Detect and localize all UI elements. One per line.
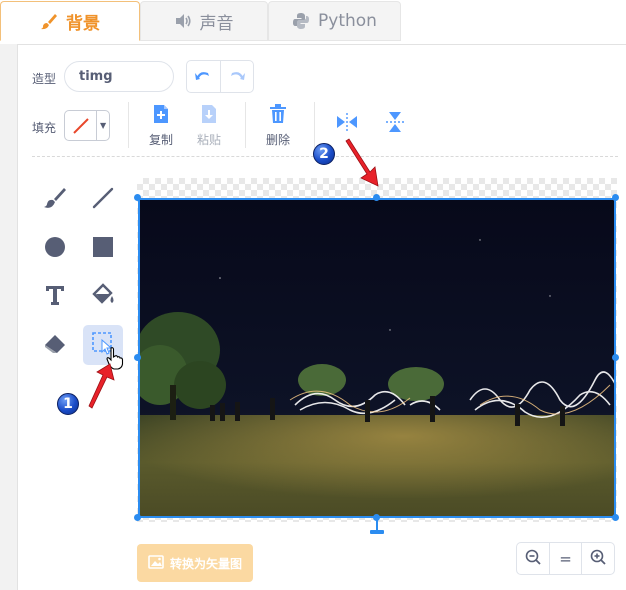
image-icon — [148, 554, 164, 572]
eraser-tool[interactable] — [35, 325, 75, 365]
tab-python[interactable]: Python — [268, 1, 401, 41]
resize-handle[interactable] — [612, 194, 619, 201]
line-icon — [91, 186, 115, 214]
eraser-icon — [43, 331, 67, 359]
resize-handle[interactable] — [612, 354, 619, 361]
flip-horizontal-icon — [336, 112, 358, 136]
python-icon — [292, 12, 310, 30]
divider — [128, 102, 129, 148]
brush-icon — [43, 186, 67, 214]
zoom-in-icon — [590, 549, 606, 569]
zoom-reset-button[interactable]: = — [548, 543, 582, 574]
trash-icon — [269, 104, 287, 127]
text-tool[interactable] — [35, 277, 75, 317]
zoom-in-button[interactable] — [581, 543, 614, 574]
circle-tool[interactable] — [35, 229, 75, 269]
line-tool[interactable] — [83, 180, 123, 220]
zoom-out-icon — [525, 549, 541, 569]
fill-color-picker[interactable]: ▼ — [64, 110, 110, 141]
convert-to-vector-button[interactable]: 转换为矢量图 — [137, 544, 253, 582]
delete-button[interactable]: 删除 — [258, 104, 298, 148]
fill-bucket-icon — [90, 282, 116, 312]
resize-handle[interactable] — [134, 514, 141, 521]
tab-backdrop[interactable]: 背景 — [0, 1, 140, 41]
redo-icon — [228, 67, 246, 86]
tab-label: Python — [318, 11, 377, 31]
brush-tool[interactable] — [35, 180, 75, 220]
undo-redo-group — [186, 60, 254, 93]
delete-label: 删除 — [265, 133, 290, 147]
brush-icon — [40, 12, 58, 30]
zoom-out-button[interactable] — [517, 543, 549, 574]
fill-label: 填充 — [32, 121, 57, 135]
annotation-badge: 1 — [57, 393, 79, 415]
costume-label: 造型 — [32, 72, 57, 86]
undo-button[interactable] — [187, 61, 220, 92]
panel-border — [18, 44, 626, 45]
speaker-icon — [175, 13, 192, 29]
redo-button[interactable] — [219, 61, 254, 92]
paste-icon — [200, 104, 218, 127]
circle-icon — [43, 235, 67, 263]
undo-icon — [194, 67, 212, 86]
paste-button[interactable]: 粘贴 — [189, 104, 229, 148]
resize-handle[interactable] — [612, 514, 619, 521]
chevron-down-icon: ▼ — [96, 111, 109, 140]
divider — [314, 102, 315, 148]
tab-sounds[interactable]: 声音 — [140, 1, 268, 41]
convert-label: 转换为矢量图 — [169, 556, 242, 571]
tab-label: 背景 — [66, 13, 100, 34]
zoom-controls: = — [516, 542, 615, 575]
paste-label: 粘贴 — [196, 133, 221, 147]
fill-tool[interactable] — [83, 277, 123, 317]
fill-swatch — [65, 111, 96, 140]
backdrop-image[interactable] — [138, 198, 616, 518]
tab-bar: 背景 声音 Python — [0, 0, 626, 44]
annotation-badge: 2 — [313, 143, 335, 165]
tab-label: 声音 — [199, 13, 234, 34]
rectangle-icon — [91, 235, 115, 263]
red-arrow-icon — [86, 362, 116, 414]
costume-name-input[interactable]: timg — [64, 61, 174, 92]
rectangle-tool[interactable] — [83, 229, 123, 269]
resize-handle[interactable] — [134, 194, 141, 201]
copy-icon — [152, 104, 170, 127]
left-edge-strip — [0, 44, 18, 590]
text-icon — [43, 283, 67, 311]
resize-handle[interactable] — [134, 354, 141, 361]
copy-button[interactable]: 复制 — [141, 104, 181, 148]
resize-handle[interactable] — [373, 194, 380, 201]
red-arrow-icon — [344, 138, 382, 192]
rotate-handle-icon[interactable] — [368, 520, 386, 540]
copy-label: 复制 — [148, 133, 173, 147]
divider — [245, 102, 246, 148]
flip-vertical-icon — [385, 111, 405, 137]
